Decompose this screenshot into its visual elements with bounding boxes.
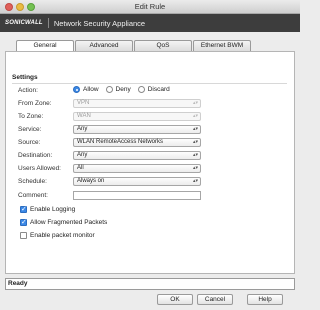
settings-divider xyxy=(12,83,287,84)
status-bar: Ready xyxy=(5,278,295,290)
schedule-select[interactable]: Always on ▴▾ xyxy=(73,177,201,186)
destination-row: Destination: Any ▴▾ xyxy=(18,151,288,161)
from-zone-row: From Zone: VPN ▴▾ xyxy=(18,99,288,109)
allow-fragmented-packets-label: Allow Fragmented Packets xyxy=(30,219,108,226)
chevron-updown-icon: ▴▾ xyxy=(192,126,198,132)
service-value: Any xyxy=(77,126,88,132)
chevron-updown-icon: ▴▾ xyxy=(192,139,198,145)
service-row: Service: Any ▴▾ xyxy=(18,125,288,135)
schedule-value: Always on xyxy=(77,178,105,184)
general-panel xyxy=(5,51,295,274)
settings-heading: Settings xyxy=(12,74,38,81)
to-zone-select: WAN ▴▾ xyxy=(73,112,201,121)
schedule-label: Schedule: xyxy=(18,178,47,185)
enable-logging-label: Enable Logging xyxy=(30,206,76,213)
chevron-updown-icon: ▴▾ xyxy=(192,113,198,119)
service-select[interactable]: Any ▴▾ xyxy=(73,125,201,134)
action-discard-label: Discard xyxy=(147,86,170,93)
source-select[interactable]: WLAN RemoteAccess Networks ▴▾ xyxy=(73,138,201,147)
chevron-updown-icon: ▴▾ xyxy=(192,100,198,106)
allow-fragmented-packets-checkbox[interactable]: ✓ Allow Fragmented Packets xyxy=(20,219,107,226)
radio-unselected-icon xyxy=(105,86,113,93)
checkmark-icon: ✓ xyxy=(20,219,27,226)
sonicwall-logo: SONICWALL xyxy=(5,20,43,26)
help-button[interactable]: Help xyxy=(247,294,283,305)
brand-bar: SONICWALL Network Security Appliance xyxy=(0,14,300,32)
radio-unselected-icon xyxy=(137,86,145,93)
tab-ethernet-bwm[interactable]: Ethernet BWM xyxy=(193,40,251,51)
window-titlebar: Edit Rule xyxy=(0,0,300,14)
comment-label: Comment: xyxy=(18,192,48,199)
destination-label: Destination: xyxy=(18,152,53,159)
chevron-updown-icon: ▴▾ xyxy=(192,178,198,184)
action-label: Action: xyxy=(18,87,38,94)
minimize-window-icon[interactable] xyxy=(16,3,24,11)
source-value: WLAN RemoteAccess Networks xyxy=(77,139,164,145)
service-label: Service: xyxy=(18,126,42,133)
users-allowed-label: Users Allowed: xyxy=(18,165,61,172)
from-zone-value: VPN xyxy=(77,100,90,106)
action-radio-group: Allow Deny Discard xyxy=(73,86,170,93)
to-zone-label: To Zone: xyxy=(18,113,44,120)
checkmark-icon: ✓ xyxy=(20,206,27,213)
users-allowed-value: All xyxy=(77,165,84,171)
to-zone-value: WAN xyxy=(77,113,91,119)
close-window-icon[interactable] xyxy=(5,3,13,11)
app-title: Network Security Appliance xyxy=(53,18,146,28)
action-deny-label: Deny xyxy=(115,86,131,93)
source-row: Source: WLAN RemoteAccess Networks ▴▾ xyxy=(18,138,288,148)
destination-select[interactable]: Any ▴▾ xyxy=(73,151,201,160)
users-allowed-select[interactable]: All ▴▾ xyxy=(73,164,201,173)
action-deny-radio[interactable]: Deny xyxy=(105,86,131,93)
ok-button[interactable]: OK xyxy=(157,294,193,305)
schedule-row: Schedule: Always on ▴▾ xyxy=(18,177,288,187)
tab-qos[interactable]: QoS xyxy=(134,40,192,51)
comment-row: Comment: xyxy=(18,191,288,201)
action-row: Action: Allow Deny Discard xyxy=(18,86,288,96)
chevron-updown-icon: ▴▾ xyxy=(192,165,198,171)
action-allow-radio[interactable]: Allow xyxy=(73,86,99,93)
source-label: Source: xyxy=(18,139,41,146)
enable-logging-checkbox[interactable]: ✓ Enable Logging xyxy=(20,206,75,213)
enable-packet-monitor-label: Enable packet monitor xyxy=(30,232,95,239)
users-allowed-row: Users Allowed: All ▴▾ xyxy=(18,164,288,174)
empty-checkbox-icon xyxy=(20,232,27,239)
logo-divider xyxy=(47,18,49,28)
to-zone-row: To Zone: WAN ▴▾ xyxy=(18,112,288,122)
enable-packet-monitor-checkbox[interactable]: Enable packet monitor xyxy=(20,232,95,239)
action-discard-radio[interactable]: Discard xyxy=(137,86,170,93)
radio-selected-icon xyxy=(73,86,80,93)
chevron-updown-icon: ▴▾ xyxy=(192,152,198,158)
destination-value: Any xyxy=(77,152,88,158)
cancel-button[interactable]: Cancel xyxy=(197,294,233,305)
maximize-window-icon[interactable] xyxy=(27,3,35,11)
window-title: Edit Rule xyxy=(134,2,166,11)
from-zone-select: VPN ▴▾ xyxy=(73,99,201,108)
from-zone-label: From Zone: xyxy=(18,100,52,107)
tab-advanced[interactable]: Advanced xyxy=(75,40,133,51)
comment-input[interactable] xyxy=(73,191,201,200)
action-allow-label: Allow xyxy=(83,86,99,93)
